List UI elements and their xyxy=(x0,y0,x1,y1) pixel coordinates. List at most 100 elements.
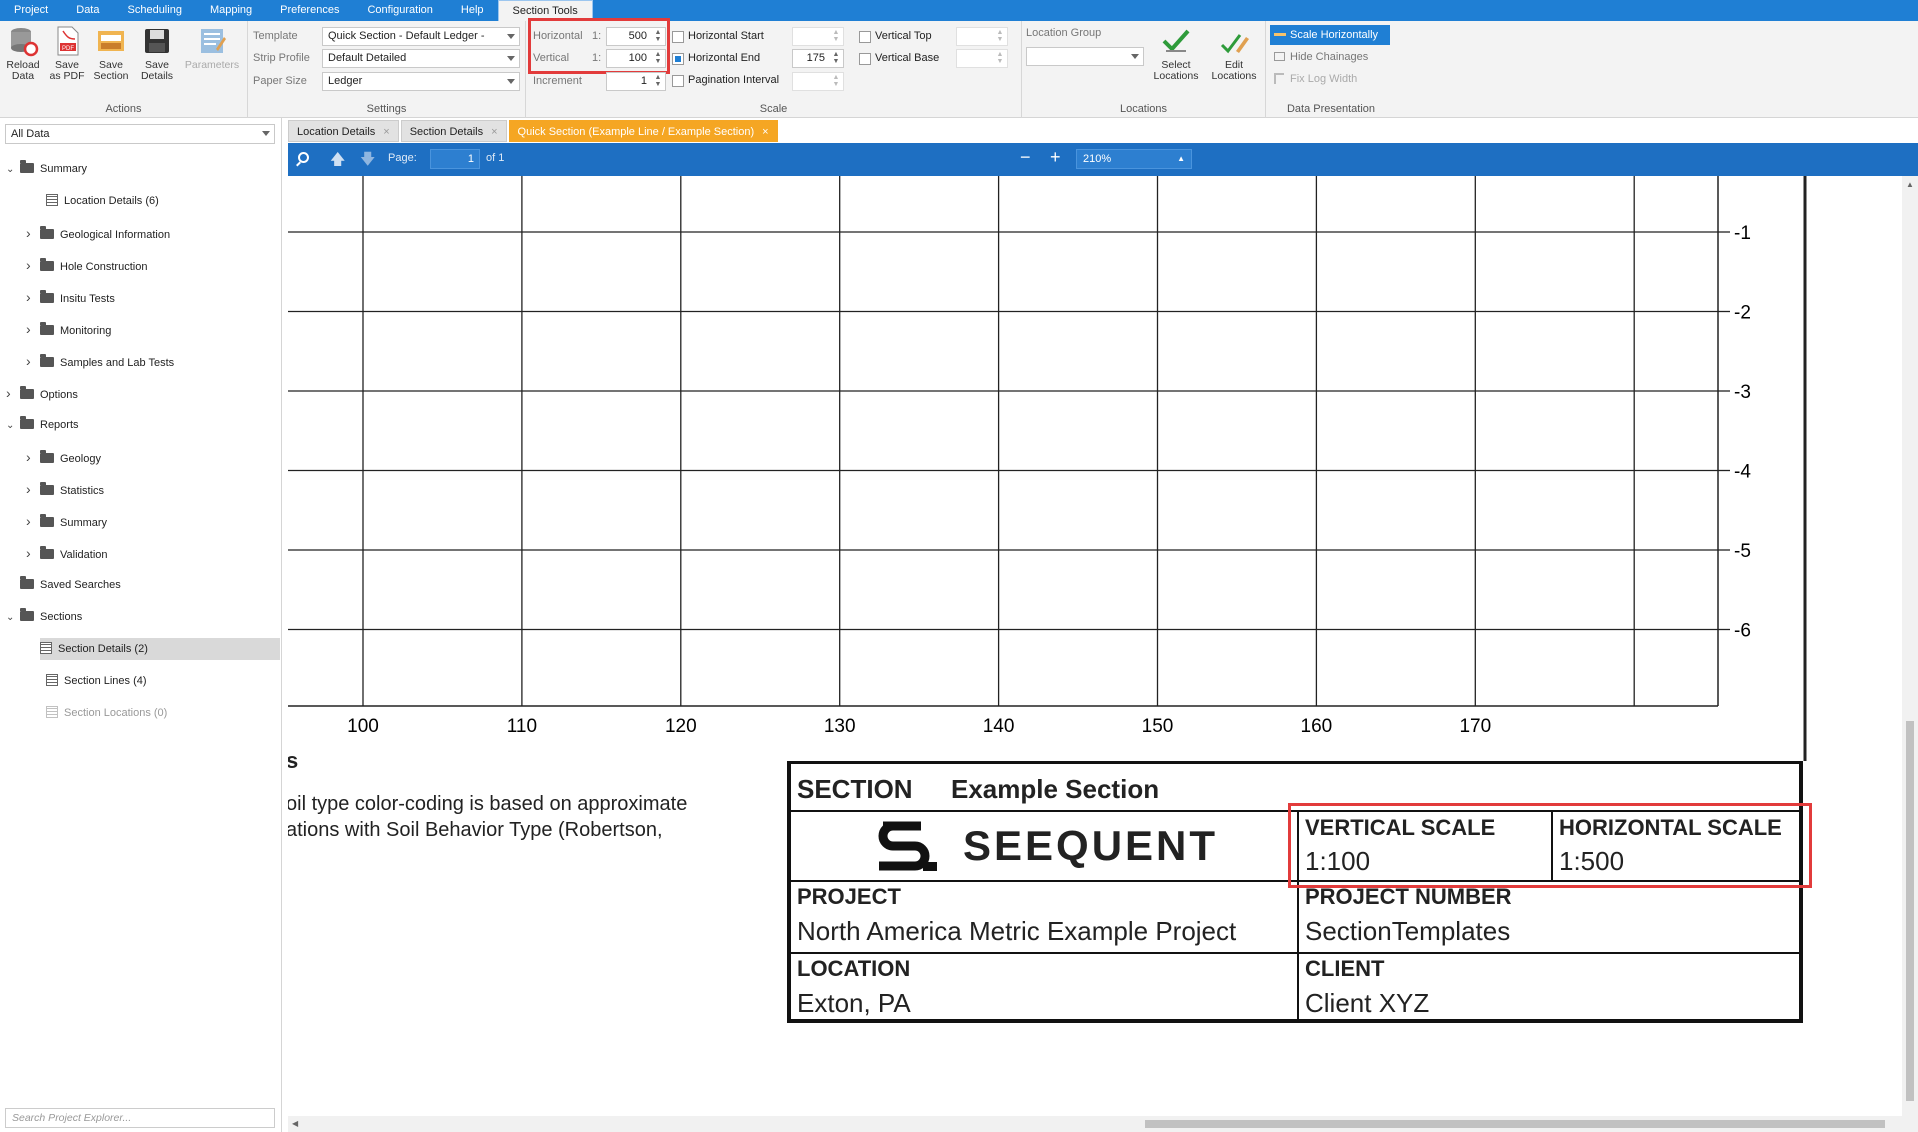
tree-item[interactable]: › Insitu Tests xyxy=(0,286,280,308)
save-details-button[interactable]: Save Details xyxy=(136,25,178,82)
menu-scheduling[interactable]: Scheduling xyxy=(114,0,196,21)
increment-spinner[interactable]: 1 ▲ ▼ xyxy=(606,72,666,91)
vertical-scrollbar-thumb[interactable] xyxy=(1906,721,1914,1101)
spinner-arrows-icon: ▲ ▼ xyxy=(996,29,1004,43)
tree-item[interactable]: Section Locations (0) xyxy=(0,702,280,724)
tab-section-details[interactable]: Section Details × xyxy=(400,120,507,142)
zoom-dropdown[interactable]: 210% ▲ xyxy=(1076,149,1192,169)
menu-help[interactable]: Help xyxy=(447,0,498,21)
chevron-right-icon[interactable]: › xyxy=(26,446,36,468)
select-locations-button[interactable]: Select Locations xyxy=(1150,25,1202,82)
hide-chainages-toggle[interactable]: Hide Chainages xyxy=(1270,48,1368,66)
reload-data-button[interactable]: Reload Data xyxy=(2,25,44,82)
template-dropdown[interactable]: Quick Section - Default Ledger - xyxy=(322,27,520,46)
pagination-interval-checkbox[interactable] xyxy=(672,75,684,87)
horizontal-start-checkbox[interactable] xyxy=(672,31,684,43)
zoom-in-icon[interactable]: + xyxy=(1050,147,1061,168)
tree-item[interactable]: › Statistics xyxy=(0,478,280,500)
save-section-button[interactable]: Save Section xyxy=(90,25,132,82)
location-value: Exton, PA xyxy=(797,988,911,1018)
menu-configuration[interactable]: Configuration xyxy=(353,0,446,21)
client-label: CLIENT xyxy=(1305,956,1385,981)
increment-value: 1 xyxy=(640,75,647,87)
pagination-interval-spinner[interactable]: ▲ ▼ xyxy=(792,72,844,91)
menu-data[interactable]: Data xyxy=(62,0,113,21)
vertical-scrollbar[interactable]: ▲ xyxy=(1902,176,1918,1132)
chevron-down-icon[interactable]: ⌄ xyxy=(6,159,16,181)
edit-locations-button[interactable]: Edit Locations xyxy=(1208,25,1260,82)
explorer-search-input[interactable]: Search Project Explorer... xyxy=(5,1108,275,1128)
pagination-interval-label: Pagination Interval xyxy=(688,74,780,86)
save-as-pdf-button[interactable]: PDF Save as PDF xyxy=(46,25,88,82)
vertical-top-checkbox[interactable] xyxy=(859,31,871,43)
strip-profile-dropdown[interactable]: Default Detailed xyxy=(322,49,520,68)
svg-text:PDF: PDF xyxy=(62,46,74,52)
close-icon[interactable]: × xyxy=(383,126,389,138)
chevron-right-icon[interactable]: › xyxy=(6,382,16,404)
chevron-right-icon[interactable]: › xyxy=(26,350,36,372)
menu-project[interactable]: Project xyxy=(0,0,62,21)
tab-quick-section[interactable]: Quick Section (Example Line / Example Se… xyxy=(508,120,778,142)
tree-item[interactable]: Saved Searches xyxy=(0,574,280,596)
tree-item[interactable]: › Monitoring xyxy=(0,318,280,340)
tree-item[interactable]: › Geological Information xyxy=(0,222,280,244)
explorer-filter-dropdown[interactable]: All Data xyxy=(5,124,275,144)
tree-item[interactable]: › Hole Construction xyxy=(0,254,280,276)
tree-item[interactable]: Section Details (2) xyxy=(40,638,280,660)
location-group-dropdown[interactable] xyxy=(1026,47,1144,66)
vertical-base-spinner[interactable]: ▲ ▼ xyxy=(956,49,1008,68)
paper-size-dropdown[interactable]: Ledger xyxy=(322,72,520,91)
horizontal-start-spinner[interactable]: ▲ ▼ xyxy=(792,27,844,46)
vertical-base-checkbox[interactable] xyxy=(859,53,871,65)
tree-item[interactable]: › Validation xyxy=(0,542,280,564)
scroll-up-icon[interactable]: ▲ xyxy=(1906,180,1914,189)
chevron-right-icon[interactable]: › xyxy=(26,478,36,500)
tree-item[interactable]: › Samples and Lab Tests xyxy=(0,350,280,372)
menu-preferences[interactable]: Preferences xyxy=(266,0,353,21)
chevron-down-icon[interactable]: ⌄ xyxy=(6,607,16,629)
x-tick-label: 120 xyxy=(665,716,697,737)
vertical-top-spinner[interactable]: ▲ ▼ xyxy=(956,27,1008,46)
tree-item[interactable]: Section Lines (4) xyxy=(0,670,280,692)
chevron-right-icon[interactable]: › xyxy=(26,254,36,276)
zoom-out-icon[interactable]: − xyxy=(1020,147,1031,168)
scale-group-label: Scale xyxy=(759,103,788,115)
horizontal-scrollbar[interactable]: ◀ xyxy=(288,1116,1902,1132)
parameters-button[interactable]: Parameters xyxy=(184,25,240,71)
scroll-left-icon[interactable]: ◀ xyxy=(292,1119,298,1128)
search-icon-handle xyxy=(296,161,301,167)
tree-item[interactable]: Location Details (6) xyxy=(0,190,280,212)
fix-log-width-toggle[interactable]: Fix Log Width xyxy=(1270,70,1357,88)
horizontal-scrollbar-thumb[interactable] xyxy=(1145,1120,1885,1128)
page-down-icon[interactable]: 🡇 xyxy=(360,149,375,174)
page-up-icon[interactable]: 🡅 xyxy=(330,149,345,174)
tab-label: Location Details xyxy=(297,126,376,138)
horizontal-end-checkbox[interactable] xyxy=(672,53,684,65)
data-presentation-group: Scale Horizontally Hide Chainages Fix Lo… xyxy=(1266,21,1396,118)
chevron-down-icon[interactable]: ⌄ xyxy=(6,415,16,437)
page-number-input[interactable]: 1 xyxy=(430,149,480,169)
tree-item-label: Summary xyxy=(40,163,88,175)
tree-item[interactable]: › Geology xyxy=(0,446,280,468)
chevron-right-icon[interactable]: › xyxy=(26,510,36,532)
horizontal-end-spinner[interactable]: 175 ▲ ▼ xyxy=(792,49,844,68)
chevron-right-icon[interactable]: › xyxy=(26,318,36,340)
close-icon[interactable]: × xyxy=(762,126,768,138)
tree-item[interactable]: ⌄ Summary xyxy=(0,158,280,180)
menu-mapping[interactable]: Mapping xyxy=(196,0,266,21)
scale-horizontally-toggle[interactable]: Scale Horizontally xyxy=(1270,25,1390,45)
template-label: Template xyxy=(253,30,298,42)
close-icon[interactable]: × xyxy=(491,126,497,138)
tree-item[interactable]: ⌄ Reports xyxy=(0,414,280,436)
chevron-right-icon[interactable]: › xyxy=(26,542,36,564)
tree-item[interactable]: › Options xyxy=(0,382,280,404)
chevron-right-icon[interactable]: › xyxy=(26,222,36,244)
tab-location-details[interactable]: Location Details × xyxy=(288,120,399,142)
tree-item-label: Options xyxy=(40,389,78,401)
project-explorer: All Data ⌄ Summary Location Details (6) › Ge… xyxy=(0,118,282,1132)
chevron-right-icon[interactable]: › xyxy=(26,286,36,308)
paper-size-label: Paper Size xyxy=(253,75,307,87)
tree-item[interactable]: › Summary xyxy=(0,510,280,532)
tree-item[interactable]: ⌄ Sections xyxy=(0,606,280,628)
floppy-disk-icon xyxy=(145,29,169,53)
